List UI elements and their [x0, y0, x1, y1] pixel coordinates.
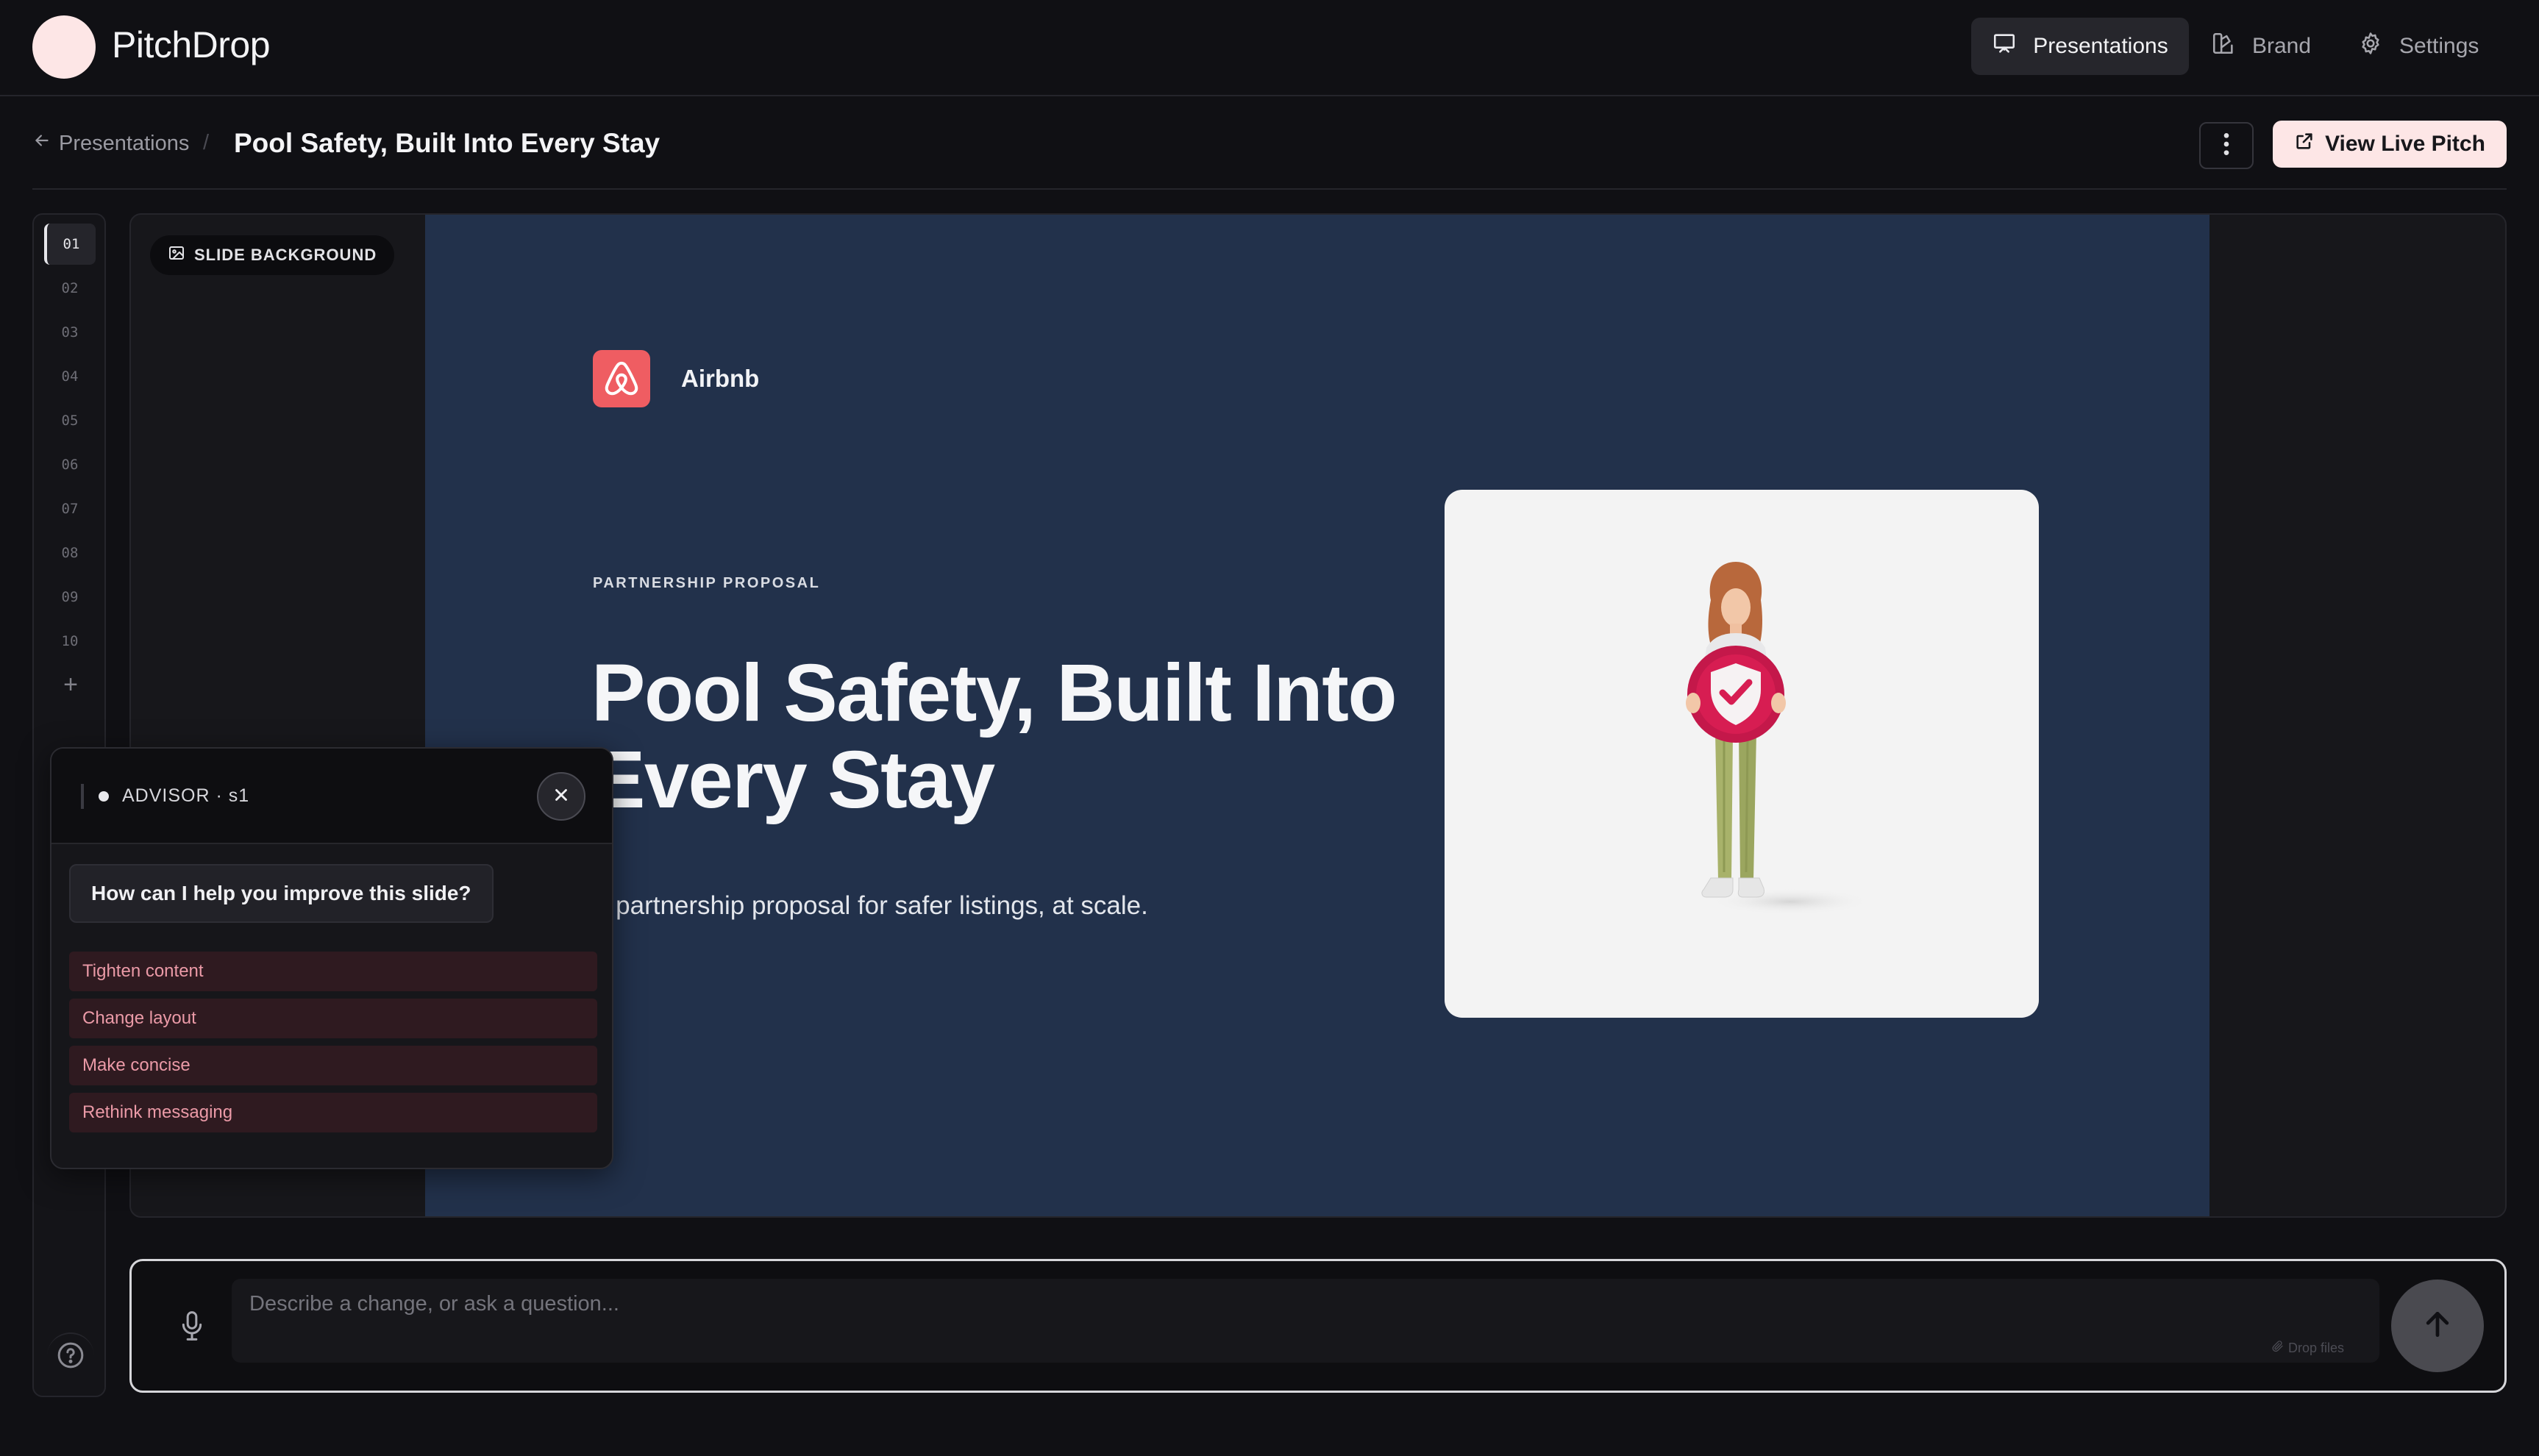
slide-subtitle: A partnership proposal for safer listing…	[593, 891, 1148, 920]
editor-header: Presentations / Pool Safety, Built Into …	[32, 96, 2507, 190]
slide-thumb-06[interactable]: 06	[44, 444, 96, 485]
advisor-status-dot	[99, 791, 109, 802]
page-title: Pool Safety, Built Into Every Stay	[234, 128, 660, 158]
nav-settings[interactable]: Settings	[2358, 18, 2505, 75]
microphone-button[interactable]	[170, 1305, 214, 1349]
app-name[interactable]: PitchDrop	[112, 24, 271, 66]
arrow-up-icon	[2421, 1308, 2454, 1344]
slide-thumb-02[interactable]: 02	[44, 268, 96, 309]
kebab-icon	[2223, 132, 2230, 160]
back-to-presentations-link[interactable]: Presentations	[32, 131, 189, 156]
app-logo[interactable]	[32, 15, 96, 79]
advisor-close-button[interactable]	[537, 772, 585, 821]
breadcrumb-separator: /	[203, 131, 210, 154]
back-link-label: Presentations	[59, 131, 190, 155]
nav-presentations-label: Presentations	[2033, 34, 2168, 58]
suggestion-change-layout[interactable]: Change layout	[69, 999, 597, 1038]
advisor-message: How can I help you improve this slide?	[69, 864, 494, 923]
slide-headline-line-1: Pool Safety, Built Into	[591, 648, 1397, 738]
slide-illustration	[1445, 490, 2039, 1018]
slide-thumb-08[interactable]: 08	[44, 532, 96, 574]
gear-icon	[2358, 31, 2399, 62]
slide-background-label: SLIDE BACKGROUND	[194, 246, 377, 264]
advisor-panel: ADVISOR · s1 How can I help you improve …	[50, 747, 613, 1169]
slide-headline-line-2: Every Stay	[591, 735, 995, 825]
slide-eyebrow: PARTNERSHIP PROPOSAL	[593, 575, 821, 591]
composer-input[interactable]	[232, 1279, 2379, 1363]
arrow-left-icon	[32, 131, 59, 156]
palette-icon	[2211, 31, 2252, 62]
slide-thumb-03[interactable]: 03	[44, 312, 96, 353]
drop-files-label: Drop files	[2288, 1341, 2345, 1355]
figure-with-shield-illustration	[1686, 562, 1871, 915]
top-bar: PitchDrop Presentations Brand Settings	[0, 0, 2539, 96]
advisor-header: ADVISOR · s1	[51, 749, 612, 844]
slide-thumb-10[interactable]: 10	[44, 621, 96, 662]
microphone-icon	[177, 1310, 207, 1346]
advisor-drag-handle[interactable]	[81, 784, 84, 809]
close-icon	[552, 785, 571, 808]
more-options-button[interactable]	[2199, 122, 2254, 169]
slide-thumb-01[interactable]: 01	[44, 224, 96, 265]
drop-files-hint: Drop files	[2272, 1341, 2344, 1356]
slide-headline: Pool Safety, Built Into Every Stay	[591, 650, 1430, 824]
advisor-title: ADVISOR · s1	[122, 785, 250, 806]
nav-brand-label: Brand	[2252, 34, 2312, 58]
slide-thumb-09[interactable]: 09	[44, 577, 96, 618]
nav-presentations[interactable]: Presentations	[1971, 18, 2189, 75]
slide-thumb-07[interactable]: 07	[44, 488, 96, 529]
airbnb-logo-icon	[593, 350, 650, 407]
slide-preview[interactable]: Airbnb PARTNERSHIP PROPOSAL Pool Safety,…	[425, 215, 2209, 1216]
presentation-board-icon	[1992, 31, 2033, 62]
slide-background-button[interactable]: SLIDE BACKGROUND	[150, 235, 395, 275]
nav-brand[interactable]: Brand	[2211, 18, 2329, 75]
slide-thumb-04[interactable]: 04	[44, 356, 96, 397]
add-slide-button[interactable]: +	[56, 671, 85, 699]
slide-thumb-05[interactable]: 05	[44, 400, 96, 441]
suggestion-make-concise[interactable]: Make concise	[69, 1046, 597, 1085]
image-icon	[168, 244, 194, 266]
help-button[interactable]	[47, 1332, 94, 1380]
view-live-pitch-button[interactable]: View Live Pitch	[2273, 121, 2507, 168]
slide-company-name: Airbnb	[681, 365, 760, 392]
nav-settings-label: Settings	[2399, 34, 2479, 58]
external-link-icon	[2294, 131, 2325, 157]
help-circle-icon	[56, 1341, 85, 1374]
suggestion-tighten-content[interactable]: Tighten content	[69, 952, 597, 991]
send-button[interactable]	[2391, 1280, 2484, 1372]
paperclip-icon	[2272, 1341, 2288, 1356]
composer: Drop files	[129, 1259, 2507, 1393]
view-live-pitch-label: View Live Pitch	[2325, 132, 2485, 156]
suggestion-rethink-messaging[interactable]: Rethink messaging	[69, 1093, 597, 1132]
